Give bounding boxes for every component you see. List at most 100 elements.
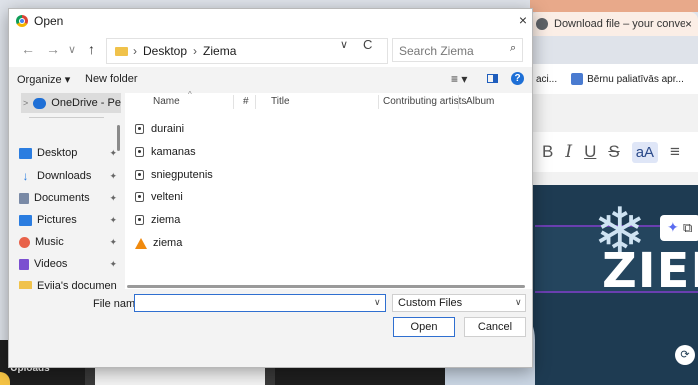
file-row[interactable]: duraini bbox=[135, 120, 184, 138]
breadcrumb-chevron[interactable]: › bbox=[133, 44, 137, 58]
bookmark-item[interactable]: Bērnu paliatīvās apr... bbox=[587, 74, 684, 85]
dialog-title: Open bbox=[34, 14, 64, 28]
column-header-title[interactable]: Title bbox=[271, 96, 290, 107]
sidebar-item-evijas-documents[interactable]: Evija's documen bbox=[19, 276, 119, 289]
column-header-number[interactable]: # bbox=[243, 96, 249, 107]
file-row[interactable]: kamanas bbox=[135, 143, 196, 161]
sidebar-item-music[interactable]: Music ✦ bbox=[19, 232, 119, 252]
search-input[interactable]: Search Ziema bbox=[392, 38, 523, 62]
view-menu-button[interactable]: ≡ ▾ bbox=[451, 72, 467, 86]
forward-icon[interactable]: → bbox=[46, 41, 60, 57]
expand-chevron-icon[interactable]: > bbox=[23, 98, 28, 108]
bold-button[interactable]: B bbox=[542, 142, 553, 162]
breadcrumb-separator: › bbox=[193, 44, 198, 58]
file-row[interactable]: velteni bbox=[135, 188, 183, 206]
open-button[interactable]: Open bbox=[393, 317, 455, 337]
column-header-name[interactable]: Name bbox=[153, 96, 180, 107]
pin-icon: ✦ bbox=[109, 214, 117, 225]
up-icon[interactable]: ↑ bbox=[88, 41, 95, 57]
desktop-icon bbox=[19, 147, 32, 159]
tab-favicon-icon bbox=[536, 18, 548, 30]
close-button[interactable]: × bbox=[515, 12, 531, 30]
file-row[interactable]: ziema bbox=[135, 211, 180, 229]
sidebar-item-onedrive[interactable]: > OneDrive - Perso bbox=[21, 93, 121, 113]
download-icon: ↓ bbox=[22, 168, 29, 183]
align-button[interactable]: ≡ bbox=[670, 142, 680, 162]
tab-close-icon[interactable]: × bbox=[685, 17, 692, 31]
file-name-input[interactable] bbox=[134, 294, 386, 312]
folder-icon bbox=[19, 280, 32, 289]
chrome-icon bbox=[16, 15, 28, 27]
back-icon[interactable]: ← bbox=[21, 41, 35, 57]
bookmark-icon bbox=[571, 73, 584, 85]
pin-icon: ✦ bbox=[109, 236, 117, 247]
column-header-artists[interactable]: Contributing artists bbox=[383, 96, 466, 107]
column-divider[interactable] bbox=[255, 95, 256, 109]
sidebar-item-label: Music bbox=[35, 236, 64, 248]
column-divider[interactable] bbox=[378, 95, 379, 109]
cloud-icon bbox=[33, 97, 47, 109]
sidebar-item-desktop[interactable]: Desktop ✦ bbox=[19, 143, 119, 163]
sparkle-icon: ✦ bbox=[667, 219, 679, 235]
bookmark-item[interactable]: aci... bbox=[536, 74, 557, 85]
breadcrumb-ziema[interactable]: Ziema bbox=[203, 44, 236, 58]
sidebar-item-label: Downloads bbox=[37, 170, 92, 182]
italic-button[interactable]: I bbox=[565, 142, 572, 162]
background-tab[interactable]: Download file – your conversion × bbox=[530, 12, 698, 36]
background-tab-title: Download file – your conversion bbox=[554, 18, 685, 30]
sidebar-item-label: Evija's documen bbox=[37, 280, 117, 289]
audio-file-icon bbox=[135, 192, 144, 202]
audio-file-icon bbox=[135, 215, 144, 225]
navigation-pane: > OneDrive - Perso Desktop ✦ ↓ Downloads… bbox=[9, 93, 121, 289]
command-bar: Organize ▾ New folder ≡ ▾ ? bbox=[9, 67, 532, 93]
recent-locations-icon[interactable]: ∨ bbox=[68, 43, 76, 56]
search-icon: ⌕ bbox=[510, 42, 517, 54]
file-name: velteni bbox=[151, 191, 183, 203]
sidebar-item-videos[interactable]: Videos ✦ bbox=[19, 254, 119, 274]
pictures-icon bbox=[19, 214, 32, 226]
text-format-toolbar: B I U S aA ≡ bbox=[530, 132, 698, 172]
sidebar-item-label: Videos bbox=[34, 258, 68, 270]
letter-case-button[interactable]: aA bbox=[631, 141, 659, 163]
column-divider[interactable] bbox=[233, 95, 234, 109]
refresh-icon[interactable]: ⟳ bbox=[675, 345, 695, 365]
column-header-album[interactable]: Album bbox=[466, 96, 494, 107]
strikethrough-button[interactable]: S bbox=[608, 142, 619, 162]
sidebar-item-pictures[interactable]: Pictures ✦ bbox=[19, 210, 119, 230]
sidebar-item-label: Desktop bbox=[37, 147, 78, 159]
help-icon[interactable]: ? bbox=[511, 72, 524, 85]
address-dropdown-icon[interactable]: ∨ bbox=[340, 38, 348, 51]
preview-pane-icon[interactable] bbox=[487, 74, 498, 83]
dialog-footer: File name: ∨ Custom Files ∨ Open Cancel bbox=[9, 289, 532, 367]
file-type-select[interactable]: Custom Files bbox=[392, 294, 526, 312]
new-folder-button[interactable]: New folder bbox=[85, 73, 138, 85]
pin-icon: ✦ bbox=[109, 192, 117, 203]
file-type-dropdown-icon[interactable]: ∨ bbox=[515, 297, 522, 308]
breadcrumb-desktop[interactable]: Desktop bbox=[143, 44, 187, 58]
underline-button[interactable]: U bbox=[584, 142, 596, 162]
element-toolbar: ⧉ bbox=[660, 215, 698, 241]
organize-menu[interactable]: Organize ▾ bbox=[17, 73, 70, 86]
horizontal-scrollbar[interactable] bbox=[127, 285, 525, 288]
file-row[interactable]: sniegputenis bbox=[135, 166, 213, 184]
music-icon bbox=[19, 236, 30, 248]
file-name: sniegputenis bbox=[151, 169, 213, 181]
vlc-cone-icon bbox=[135, 237, 147, 249]
column-divider[interactable] bbox=[458, 95, 459, 109]
cancel-button[interactable]: Cancel bbox=[464, 317, 526, 337]
sidebar-item-downloads[interactable]: ↓ Downloads ✦ bbox=[19, 166, 119, 186]
folder-icon bbox=[115, 46, 128, 56]
open-file-dialog: Open × ← → ∨ ↑ › Desktop › Ziema ∨ C Sea… bbox=[8, 8, 533, 368]
file-row[interactable]: ziema bbox=[135, 234, 182, 252]
video-icon bbox=[19, 258, 29, 270]
sidebar-item-label: Pictures bbox=[37, 214, 77, 226]
pin-icon: ✦ bbox=[109, 170, 117, 181]
canvas-text[interactable]: ZIEM bbox=[602, 243, 698, 299]
duplicate-icon[interactable]: ⧉ bbox=[683, 220, 692, 236]
bookmarks-bar: aci... Bērnu paliatīvās apr... bbox=[530, 64, 698, 94]
sidebar-item-documents[interactable]: Documents ✦ bbox=[19, 188, 119, 208]
file-name-dropdown-icon[interactable]: ∨ bbox=[374, 297, 381, 308]
background-tab-strip bbox=[530, 0, 698, 12]
sidebar-item-label: Documents bbox=[34, 192, 90, 204]
refresh-icon[interactable]: C bbox=[363, 37, 372, 52]
